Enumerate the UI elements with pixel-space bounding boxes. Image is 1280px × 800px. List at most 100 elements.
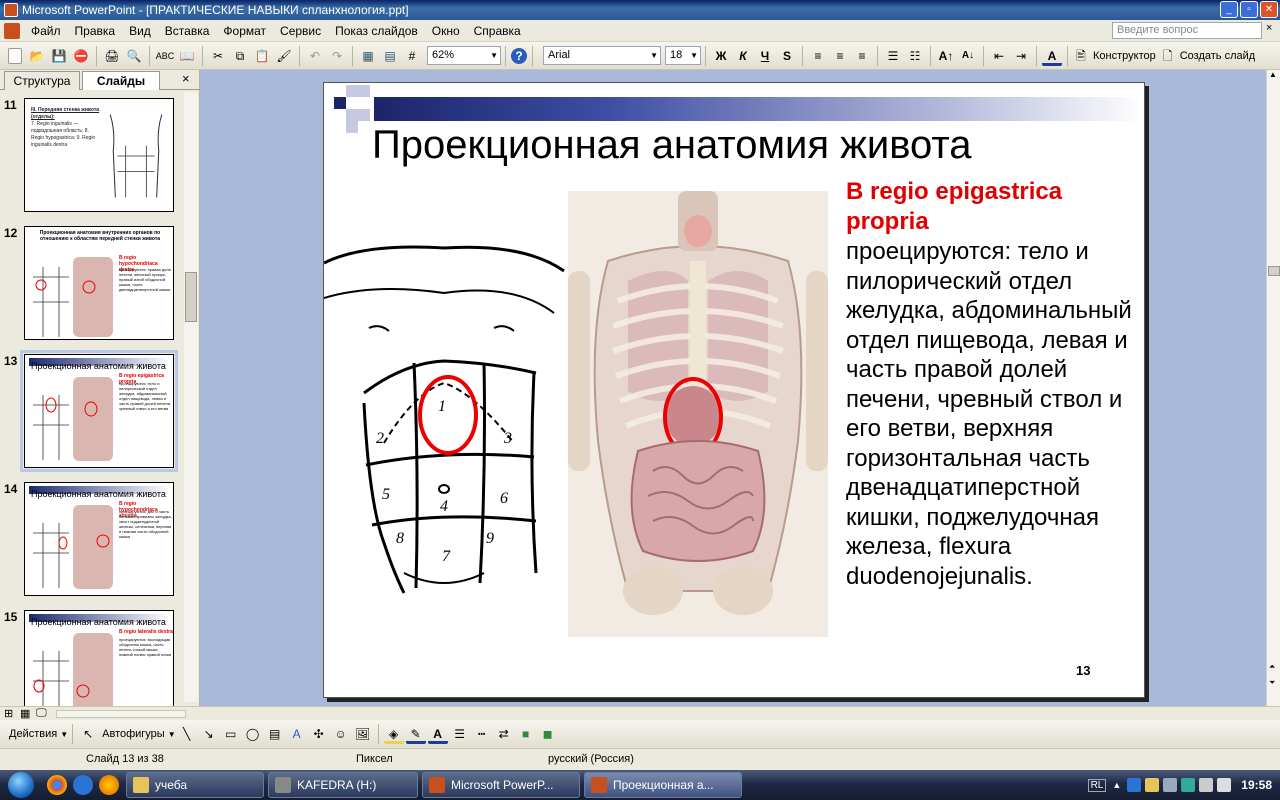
next-slide-icon[interactable]: ⏷ [1269,678,1275,688]
scroll-thumb[interactable] [1268,266,1280,276]
info-icon[interactable] [1127,778,1142,792]
menu-edit[interactable]: Правка [68,24,123,38]
slide-canvas[interactable]: Проекционная анатомия живота 1 2 3 4 5 6 [323,82,1145,698]
actions-menu[interactable]: Действия [6,728,60,740]
chevron-up-icon[interactable]: ▲ [1112,780,1121,790]
menu-file[interactable]: Файл [24,24,68,38]
increase-font-icon[interactable]: A↑ [936,46,956,66]
menu-view[interactable]: Вид [122,24,158,38]
line-style-icon[interactable]: ☰ [450,724,470,744]
shadow-button[interactable]: S [777,46,797,66]
align-left-icon[interactable]: ≡ [808,46,828,66]
chrome-icon[interactable] [47,775,67,795]
normal-view-icon[interactable]: ⊞ [4,707,13,720]
oval-icon[interactable]: ◯ [243,724,263,744]
new-slide-button[interactable]: Создать слайд [1177,50,1258,62]
network-icon[interactable] [1163,778,1178,792]
bullets-icon[interactable]: ☰ [883,46,903,66]
line-color-icon[interactable]: ✎ [405,724,426,744]
font-color-draw-icon[interactable]: A [427,724,448,744]
start-button[interactable] [0,770,44,800]
rectangle-icon[interactable]: ▭ [221,724,241,744]
slide-title[interactable]: Проекционная анатомия живота [372,123,972,168]
grid-icon[interactable]: # [402,46,422,66]
fill-color-icon[interactable]: ◈ [383,724,404,744]
font-select[interactable]: Arial ▼ [543,46,661,65]
menu-tools[interactable]: Сервис [273,24,328,38]
editor-scrollbar[interactable]: ▲ ⏶ ⏷ [1266,70,1280,706]
table-icon[interactable]: ▤ [380,46,400,66]
spelling-icon[interactable]: ABC [155,46,175,66]
thumbnails-scrollbar[interactable] [184,92,198,702]
decrease-font-icon[interactable]: A↓ [958,46,978,66]
open-icon[interactable]: 📂 [27,46,47,66]
menu-help[interactable]: Справка [467,24,528,38]
close-icon[interactable]: × [182,71,190,86]
flag-icon[interactable] [1181,778,1196,792]
arrow-icon[interactable]: ↘ [199,724,219,744]
diagram-icon[interactable]: ✣ [309,724,329,744]
print-icon[interactable]: 🖨 [102,46,122,66]
chart-icon[interactable]: ▦ [358,46,378,66]
new-icon[interactable] [8,47,22,64]
slide-body-text[interactable]: проецируются: тело и пилорический отдел … [846,237,1142,591]
firefox-icon[interactable] [99,775,119,795]
preview-icon[interactable]: 🔍 [124,46,144,66]
italic-button[interactable]: К [733,46,753,66]
underline-button[interactable]: Ч [755,46,775,66]
wordart-icon[interactable]: A [287,724,307,744]
copy-icon[interactable]: ⧉ [230,46,250,66]
tab-slides[interactable]: Слайды [82,71,160,90]
select-pointer-icon[interactable]: ↖ [78,724,98,744]
volume-icon[interactable] [1217,778,1232,792]
close-button[interactable]: ✕ [1260,1,1278,18]
language-indicator[interactable]: RL [1087,778,1107,792]
textbox-icon[interactable]: ▤ [265,724,285,744]
research-icon[interactable]: 📖 [177,46,197,66]
clipart-icon[interactable]: ☺ [331,724,351,744]
cut-icon[interactable]: ✂ [208,46,228,66]
prev-slide-icon[interactable]: ⏶ [1269,662,1275,672]
shadow-style-icon[interactable]: ■ [516,724,536,744]
sorter-view-icon[interactable]: ▦ [20,707,30,720]
scroll-up-icon[interactable]: ▲ [1269,70,1277,79]
dash-style-icon[interactable]: ┅ [472,724,492,744]
minimize-button[interactable]: _ [1220,1,1238,18]
font-color-icon[interactable]: A [1042,46,1062,66]
help-close-icon[interactable]: × [1266,22,1272,34]
arrow-style-icon[interactable]: ⇄ [494,724,514,744]
task-powerpoint[interactable]: Microsoft PowerP... [422,772,580,798]
security-icon[interactable] [1145,778,1160,792]
document-icon[interactable] [4,22,20,39]
zoom-select[interactable]: 62% ▼ [427,46,501,65]
task-kafedra[interactable]: KAFEDRA (H:) [268,772,418,798]
redo-icon[interactable]: ↷ [327,46,347,66]
slideshow-view-icon[interactable]: 🖵 [36,707,47,720]
task-folder-ucheba[interactable]: учеба [126,772,264,798]
paste-icon[interactable]: 📋 [252,46,272,66]
app-icon[interactable] [73,775,93,795]
new-slide-icon[interactable]: 🗋 [1160,46,1176,66]
design-button[interactable]: Конструктор [1090,50,1159,62]
decrease-indent-icon[interactable]: ⇤ [989,46,1009,66]
maximize-button[interactable]: ▫ [1240,1,1258,18]
design-icon[interactable]: 🖹 [1073,46,1089,66]
line-icon[interactable]: ╲ [177,724,197,744]
numbering-icon[interactable]: ☷ [905,46,925,66]
help-icon[interactable]: ? [511,47,527,64]
tab-outline[interactable]: Структура [4,71,80,90]
3d-style-icon[interactable]: ◼ [538,724,558,744]
menu-window[interactable]: Окно [425,24,467,38]
increase-indent-icon[interactable]: ⇥ [1011,46,1031,66]
bold-button[interactable]: Ж [711,46,731,66]
menu-format[interactable]: Формат [216,24,273,38]
picture-icon[interactable]: 🖼 [353,724,373,744]
signal-icon[interactable] [1199,778,1214,792]
slide-region-heading[interactable]: В regio epigastrica propria [846,177,1136,237]
undo-icon[interactable]: ↶ [305,46,325,66]
save-icon[interactable]: 💾 [49,46,69,66]
autoshapes-menu[interactable]: Автофигуры [99,728,168,740]
font-size-select[interactable]: 18 ▼ [665,46,701,65]
menu-slideshow[interactable]: Показ слайдов [328,24,425,38]
align-center-icon[interactable]: ≡ [830,46,850,66]
